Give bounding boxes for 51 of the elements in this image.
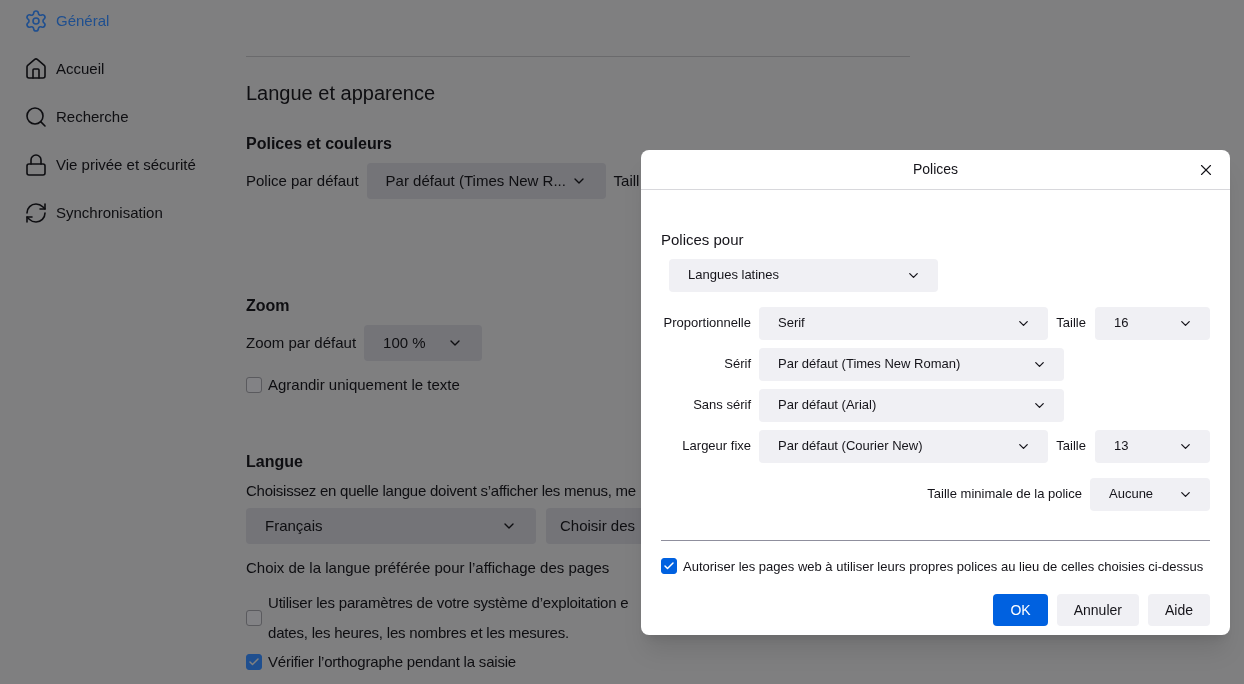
- checkbox-label: Vérifier l’orthographe pendant la saisie: [268, 651, 516, 672]
- zoom-dropdown[interactable]: 100 %: [364, 325, 483, 361]
- min-size-dropdown[interactable]: Aucune: [1090, 477, 1210, 511]
- search-icon: [24, 105, 48, 129]
- section-heading: Langue: [246, 451, 304, 472]
- section-title: Langue et apparence: [246, 81, 437, 106]
- check-icon: [248, 655, 260, 668]
- checkbox-label: Agrandir uniquement le texte: [268, 375, 460, 395]
- lock-icon: [24, 153, 48, 177]
- sidebar-item[interactable]: Recherche: [24, 103, 246, 131]
- settings-icon: [24, 9, 48, 33]
- description-text: Choix de la langue préférée pour l’affichage des pages: [246, 558, 610, 578]
- language-dropdown[interactable]: Français: [246, 508, 536, 544]
- dialog-button[interactable]: Aide: [1147, 594, 1210, 626]
- house-icon: [24, 57, 48, 81]
- sidebar-item[interactable]: Synchronisation: [24, 199, 246, 227]
- dialog-title: Polices: [912, 160, 959, 179]
- field-label: Taille minimale de la police: [927, 485, 1082, 504]
- size-dropdown[interactable]: 16: [1094, 306, 1210, 340]
- sidebar-item[interactable]: Vie privée et sécurité: [24, 151, 246, 179]
- field-label: Proportionnelle: [662, 314, 751, 333]
- section-heading: Polices et couleurs: [246, 134, 393, 154]
- font-dropdown[interactable]: Par défaut (Arial): [759, 388, 1064, 422]
- field-label: Taille: [1056, 437, 1086, 456]
- field-label: Taille: [1056, 314, 1086, 333]
- font-dropdown[interactable]: Serif: [759, 306, 1049, 340]
- checkbox-label: Utiliser les paramètres de votre système d’exploitation e: [268, 592, 629, 613]
- description-text: Choisissez en quelle langue doivent s’afficher les menus, me: [246, 480, 636, 501]
- field-label: Zoom par défaut: [246, 332, 357, 353]
- font-dropdown[interactable]: Par défaut (Courier New): [759, 429, 1049, 463]
- field-label: Sans sérif: [692, 396, 751, 415]
- checkbox-label: dates, les heures, les nombres et les mesures.: [268, 623, 569, 643]
- checkbox[interactable]: [246, 377, 262, 394]
- size-dropdown[interactable]: 13: [1094, 429, 1210, 463]
- sync-icon: [24, 201, 48, 225]
- sidebar-item[interactable]: Accueil: [24, 55, 246, 83]
- section-heading: Zoom: [246, 296, 291, 316]
- field-label: Police par défaut: [246, 170, 359, 191]
- checkbox[interactable]: [661, 558, 677, 575]
- dialog-button[interactable]: OK: [993, 594, 1048, 626]
- field-label: Taill: [613, 170, 640, 191]
- dialog-button[interactable]: Annuler: [1056, 594, 1139, 626]
- font-dropdown[interactable]: Par défaut (Times New Roman): [759, 347, 1064, 381]
- checkbox[interactable]: [246, 653, 262, 670]
- field-label: Largeur fixe: [681, 437, 751, 456]
- font-dropdown[interactable]: Par défaut (Times New R...: [366, 163, 606, 199]
- checkbox-label: Autoriser les pages web à utiliser leurs propres polices au lieu de celles choisies ci-dessus: [683, 557, 1204, 576]
- checkbox[interactable]: [246, 610, 262, 626]
- field-label: Sérif: [723, 355, 751, 374]
- section-heading: Polices pour: [661, 230, 745, 250]
- fonts-for-dropdown[interactable]: Langues latines: [669, 258, 938, 292]
